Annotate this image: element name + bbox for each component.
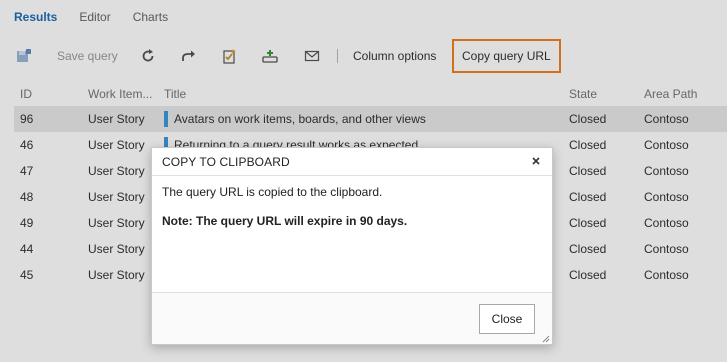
dialog-title: COPY TO CLIPBOARD: [162, 155, 290, 169]
dialog-message: The query URL is copied to the clipboard…: [162, 185, 383, 199]
close-button[interactable]: Close: [479, 304, 535, 334]
dialog-note: Note: The query URL will expire in 90 da…: [162, 214, 408, 228]
copy-to-clipboard-dialog: COPY TO CLIPBOARD The query URL is copie…: [151, 147, 553, 345]
dialog-header: COPY TO CLIPBOARD: [152, 148, 552, 176]
dialog-footer: Close: [152, 292, 552, 344]
close-icon[interactable]: [528, 153, 544, 169]
dialog-body: The query URL is copied to the clipboard…: [162, 185, 542, 228]
resize-grip-icon[interactable]: [540, 332, 550, 343]
